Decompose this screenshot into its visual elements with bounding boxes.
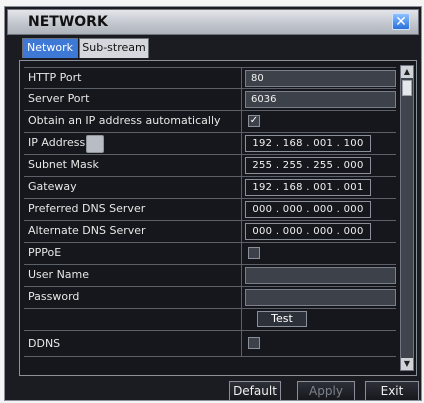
row-password: Password bbox=[24, 287, 396, 309]
arrow-down-icon[interactable]: ▼ bbox=[401, 358, 413, 370]
subnet-mask-label: Subnet Mask bbox=[28, 158, 99, 171]
row-user-name: User Name bbox=[24, 265, 396, 287]
close-icon[interactable]: ✕ bbox=[392, 13, 410, 30]
tab-sub-stream[interactable]: Sub-stream bbox=[79, 38, 149, 58]
row-pppoe: PPPoE bbox=[24, 243, 396, 265]
title-bar: NETWORK ✕ bbox=[7, 9, 419, 35]
column-divider bbox=[241, 89, 242, 110]
settings-panel: HTTP Port 80 Server Port 6036 Obtain an … bbox=[19, 60, 417, 376]
row-ddns: DDNS bbox=[24, 331, 396, 357]
row-server-port: Server Port 6036 bbox=[24, 89, 396, 111]
scroll-thumb[interactable] bbox=[402, 80, 412, 96]
column-divider bbox=[241, 133, 242, 154]
column-divider bbox=[241, 243, 242, 264]
column-divider bbox=[241, 177, 242, 198]
password-field[interactable] bbox=[245, 289, 396, 306]
row-alternate-dns: Alternate DNS Server 000 . 000 . 000 . 0… bbox=[24, 221, 396, 243]
row-http-port: HTTP Port 80 bbox=[24, 67, 396, 89]
test-button[interactable]: Test bbox=[257, 311, 307, 327]
default-button[interactable]: Default bbox=[229, 381, 281, 401]
alternate-dns-field[interactable]: 000 . 000 . 000 . 000 bbox=[245, 223, 371, 240]
ip-address-label: IP Address bbox=[28, 136, 86, 149]
password-label: Password bbox=[28, 290, 80, 303]
row-subnet-mask: Subnet Mask 255 . 255 . 255 . 000 bbox=[24, 155, 396, 177]
gateway-field[interactable]: 192 . 168 . 001 . 001 bbox=[245, 179, 371, 196]
column-divider bbox=[241, 331, 242, 356]
pppoe-label: PPPoE bbox=[28, 246, 62, 259]
ddns-label: DDNS bbox=[28, 337, 61, 350]
row-test: Test bbox=[24, 309, 396, 331]
obtain-ip-label: Obtain an IP address automatically bbox=[28, 114, 221, 127]
user-name-label: User Name bbox=[28, 268, 90, 281]
row-preferred-dns: Preferred DNS Server 000 . 000 . 000 . 0… bbox=[24, 199, 396, 221]
vertical-scrollbar[interactable]: ▲ ▼ bbox=[400, 65, 414, 371]
row-ip-address: IP Address 192 . 168 . 001 . 100 bbox=[24, 133, 396, 155]
column-divider bbox=[241, 111, 242, 132]
preferred-dns-field[interactable]: 000 . 000 . 000 . 000 bbox=[245, 201, 371, 218]
ddns-checkbox[interactable] bbox=[248, 337, 260, 349]
row-obtain-ip: Obtain an IP address automatically ✓ bbox=[24, 111, 396, 133]
http-port-field[interactable]: 80 bbox=[245, 70, 396, 87]
dialog-title: NETWORK bbox=[28, 14, 108, 30]
column-divider bbox=[241, 155, 242, 176]
user-name-field[interactable] bbox=[245, 267, 396, 284]
pppoe-checkbox[interactable] bbox=[248, 247, 260, 259]
exit-button[interactable]: Exit bbox=[365, 381, 419, 401]
gateway-label: Gateway bbox=[28, 180, 77, 193]
column-divider bbox=[241, 265, 242, 286]
subnet-mask-field[interactable]: 255 . 255 . 255 . 000 bbox=[245, 157, 371, 174]
http-port-label: HTTP Port bbox=[28, 71, 82, 84]
obtain-ip-checkbox[interactable]: ✓ bbox=[248, 115, 260, 127]
ip-address-field[interactable]: 192 . 168 . 001 . 100 bbox=[245, 135, 371, 152]
tab-network[interactable]: Network bbox=[22, 38, 78, 58]
alternate-dns-label: Alternate DNS Server bbox=[28, 224, 146, 237]
arrow-up-icon[interactable]: ▲ bbox=[401, 66, 413, 78]
column-divider bbox=[241, 199, 242, 220]
apply-button[interactable]: Apply bbox=[297, 381, 355, 401]
column-divider bbox=[241, 68, 242, 88]
column-divider bbox=[241, 221, 242, 242]
server-port-field[interactable]: 6036 bbox=[245, 91, 396, 108]
server-port-label: Server Port bbox=[28, 92, 90, 105]
preferred-dns-label: Preferred DNS Server bbox=[28, 202, 146, 215]
row-gateway: Gateway 192 . 168 . 001 . 001 bbox=[24, 177, 396, 199]
column-divider bbox=[241, 309, 242, 330]
column-divider bbox=[241, 287, 242, 308]
mouse-cursor bbox=[86, 135, 104, 153]
